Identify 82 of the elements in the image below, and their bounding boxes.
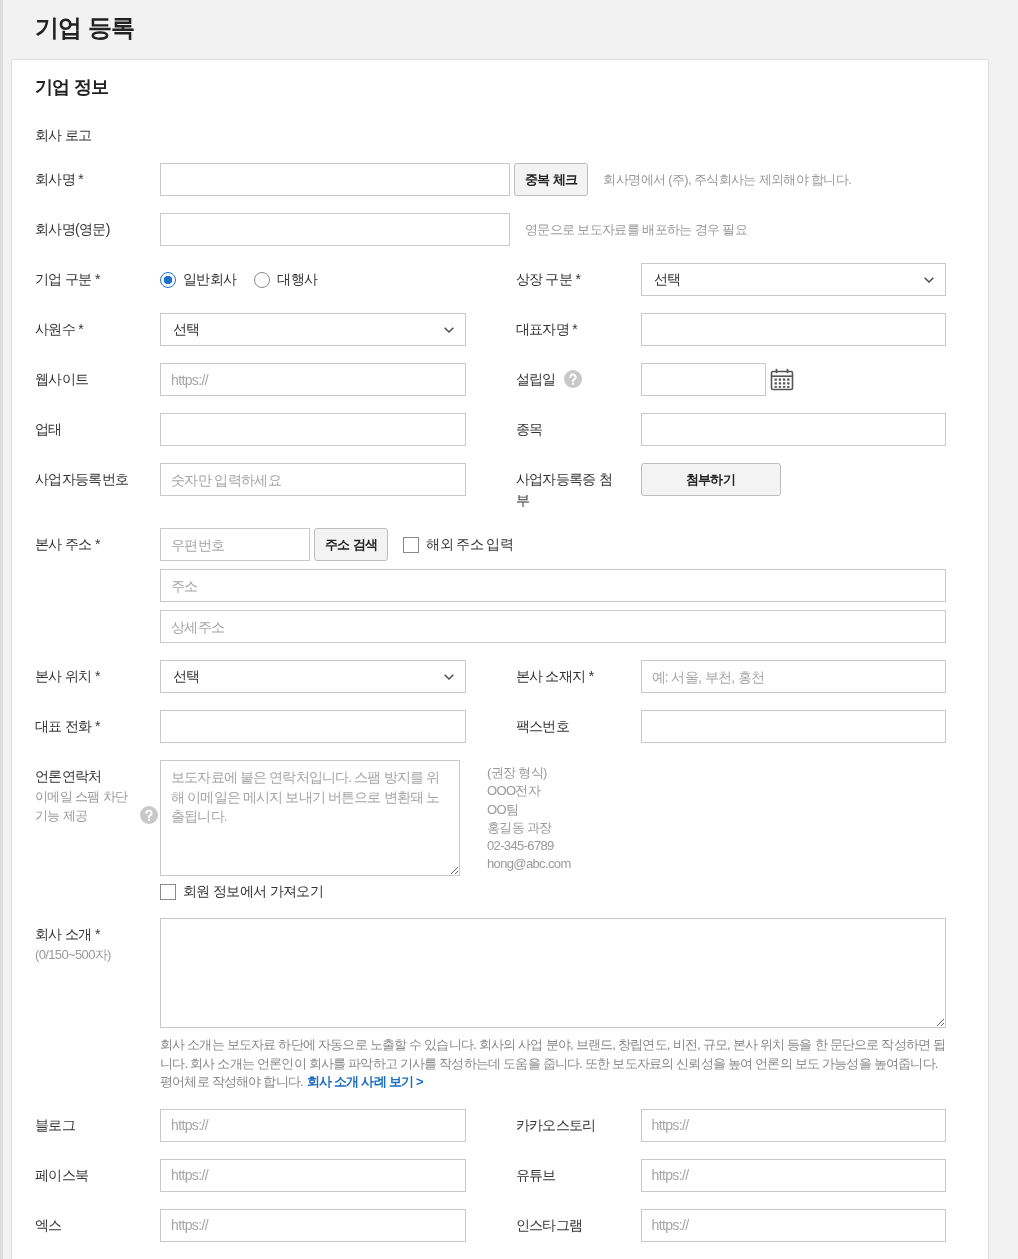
text-field[interactable]: 예: 서울, 부천, 홍천 (640, 660, 946, 693)
chevron-down-icon (443, 326, 454, 333)
text-field[interactable] (160, 413, 466, 446)
radio-label[interactable]: 일반회사 (183, 270, 237, 289)
field-note: (0/150~500자) (35, 946, 111, 964)
text-field[interactable]: https:// (160, 1158, 466, 1192)
action-button[interactable]: 중복 체크 (514, 163, 589, 196)
text-field[interactable]: https:// (160, 1208, 466, 1242)
text-field[interactable]: https:// (160, 363, 466, 396)
field-label: 페이스북 (35, 1166, 89, 1183)
field-label: 대표 전화 * (35, 718, 100, 734)
field-label: 엑스 (35, 1216, 62, 1233)
page-title: 기업 등록 (35, 13, 136, 43)
field-label: 기업 구분 * (35, 271, 100, 287)
field-label: 회사명(영문) (35, 221, 110, 237)
format-example-line: OOO전자 (487, 782, 542, 801)
text-field[interactable]: https:// (640, 1108, 946, 1142)
field-label: 상장 구분 * (515, 271, 581, 287)
section-title: 기업 정보 (35, 76, 110, 99)
field-label: 본사 위치 * (35, 668, 100, 684)
format-example-line: (권장 형식) (487, 764, 548, 782)
checkbox-label[interactable]: 해외 주소 입력 (426, 535, 514, 554)
dropdown[interactable]: 선택 (640, 263, 946, 296)
text-field[interactable]: 숫자만 입력하세요 (160, 463, 466, 496)
field-label: 설립일 (515, 371, 556, 387)
text-field[interactable]: 상세주소 (160, 610, 946, 643)
dropdown[interactable]: 선택 (160, 313, 466, 346)
text-field[interactable]: 우편번호 (160, 528, 310, 561)
help-icon[interactable] (140, 806, 158, 824)
text-field[interactable] (160, 213, 510, 246)
field-label: 사원수 * (35, 321, 84, 337)
action-button[interactable]: 첨부하기 (640, 463, 781, 496)
calendar-icon[interactable] (769, 368, 794, 391)
text-field[interactable] (160, 163, 510, 196)
field-label: 유튜브 (515, 1166, 556, 1183)
field-label: 카카오스토리 (515, 1116, 596, 1133)
text-field[interactable]: 주소 (160, 569, 946, 602)
example-link[interactable]: 회사 소개 사례 보기 > (306, 1074, 423, 1089)
field-label: 대표자명 * (515, 321, 577, 337)
text-field[interactable]: https:// (160, 1108, 466, 1142)
date-field[interactable] (640, 363, 766, 396)
text-field[interactable] (640, 413, 946, 446)
format-example-line: hong@abc.com (487, 855, 571, 874)
radio-label[interactable]: 대행사 (277, 270, 318, 289)
checkbox[interactable] (403, 536, 420, 553)
text-field[interactable]: https:// (640, 1208, 946, 1242)
field-label: 언론연락처 (35, 768, 102, 784)
field-label: 블로그 (35, 1116, 76, 1133)
field-label: 회사명 * (35, 171, 84, 187)
field-label: 회사 소개 * (35, 926, 100, 942)
dropdown[interactable]: 선택 (160, 660, 466, 693)
field-label: 인스타그램 (515, 1216, 583, 1233)
field-label: 사업자등록증 첨부 (515, 471, 613, 508)
help-icon[interactable] (563, 370, 582, 388)
field-label: 회사 로고 (35, 127, 92, 143)
checkbox[interactable] (160, 884, 176, 900)
field-label: 웹사이트 (35, 371, 89, 387)
format-example-line: OO팀 (487, 800, 520, 819)
action-button[interactable]: 주소 검색 (314, 528, 389, 561)
field-label: 본사 주소 * (35, 536, 100, 552)
text-field[interactable] (160, 710, 466, 743)
chevron-down-icon (924, 276, 934, 283)
radio-button[interactable] (160, 271, 176, 288)
textarea-field[interactable]: 보도자료에 붙은 연락처입니다. 스팸 방지를 위해 이메일은 메시지 보내기 버튼으로 변환돼 노출됩니다. (160, 760, 460, 876)
field-note: 이메일 스팸 차단 기능 제공 (35, 788, 129, 825)
chevron-down-icon (443, 673, 454, 680)
hint-text: 회사명에서 (주), 주식회사는 제외해야 합니다. (603, 170, 852, 189)
format-example-line: 02-345-6789 (487, 837, 555, 856)
field-label: 업태 (35, 421, 62, 437)
text-field[interactable] (640, 313, 946, 346)
guide-text: 회사 소개는 보도자료 하단에 자동으로 노출할 수 있습니다. 회사의 사업 분야, 브랜드, 창립연도, 비전, 규모, 본사 위치 등을 한 문단으로 작성하면 됩니다. 회사 소개는 언론인이 회사를 파악하고 기사를 작성하는데 도움을 줍니다. 또한 보도자료의 신뢰성을 높여 언론의 보도 가능성을 높여줍니다. 평어체로 작성해야 합니다. 회사 소개 사례 보기 > (160, 1036, 946, 1091)
checkbox-label[interactable]: 회원 정보에서 가져오기 (183, 883, 324, 901)
field-label: 본사 소재지 * (515, 668, 594, 684)
field-label: 사업자등록번호 (35, 471, 129, 487)
field-label: 종목 (515, 421, 543, 437)
text-field[interactable] (640, 710, 946, 743)
radio-button[interactable] (254, 271, 271, 288)
field-label: 팩스번호 (515, 718, 569, 734)
text-field[interactable]: https:// (640, 1158, 946, 1192)
textarea-field[interactable] (160, 918, 946, 1028)
hint-text: 영문으로 보도자료를 배포하는 경우 필요 (525, 220, 747, 239)
format-example-line: 홍길동 과장 (487, 818, 553, 837)
